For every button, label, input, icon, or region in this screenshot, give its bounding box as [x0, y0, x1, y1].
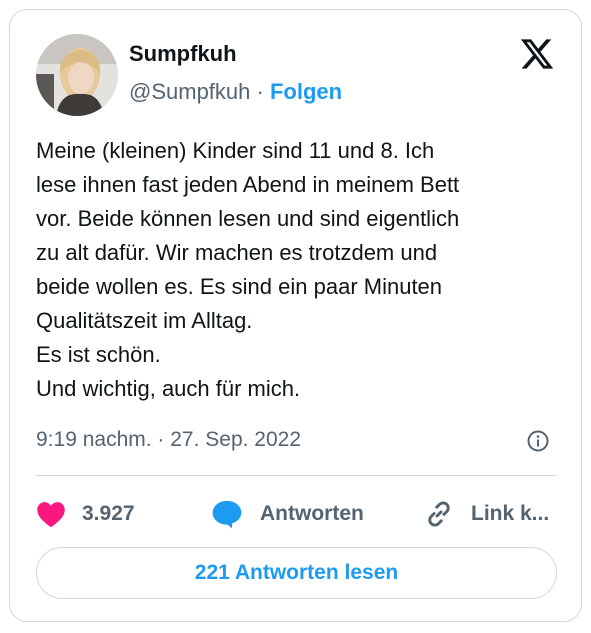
copy-link-button[interactable]: Link k... [423, 494, 549, 534]
profile-photo [36, 34, 118, 116]
copy-link-label: Link k... [471, 502, 550, 525]
reply-label: Antworten [260, 502, 364, 525]
read-replies-button[interactable]: 221 Antworten lesen [36, 547, 557, 599]
link-icon [428, 501, 450, 527]
reply-button[interactable]: Antworten [210, 494, 364, 534]
author-handle-row: @Sumpfkuh · Folgen [129, 79, 342, 105]
author-handle[interactable]: @Sumpfkuh [129, 79, 250, 104]
tweet-text: Meine (kleinen) Kinder sind 11 und 8. Ic… [36, 134, 561, 406]
tweet-line: vor. Beide können lesen und sind eigentl… [36, 206, 460, 231]
like-button[interactable]: 3.927 [36, 494, 135, 534]
follow-button[interactable]: Folgen [270, 79, 342, 104]
tweet-line: Und wichtig, auch für mich. [36, 376, 301, 401]
x-logo-icon[interactable] [519, 36, 555, 72]
like-count: 3.927 [82, 502, 135, 525]
divider [36, 475, 557, 476]
tweet-line: Qualitätszeit im Alltag. [36, 308, 253, 333]
author-display-name[interactable]: Sumpfkuh [129, 41, 237, 67]
tweet-line: zu alt dafür. Wir machen es trotzdem und [36, 240, 438, 265]
tweet-line: Meine (kleinen) Kinder sind 11 und 8. Ic… [36, 138, 435, 163]
info-icon[interactable] [526, 429, 550, 453]
heart-icon [37, 502, 65, 528]
avatar[interactable] [36, 34, 118, 116]
tweet-card[interactable]: Sumpfkuh @Sumpfkuh · Folgen Meine (klein… [9, 9, 582, 622]
tweet-line: beide wollen es. Es sind ein paar Minute… [36, 274, 443, 299]
reply-bubble-icon [212, 500, 242, 529]
separator-dot: · [256, 79, 264, 104]
tweet-line: lese ihnen fast jeden Abend in meinem Be… [36, 172, 460, 197]
tweet-line: Es ist schön. [36, 342, 161, 367]
tweet-timestamp[interactable]: 9:19 nachm. · 27. Sep. 2022 [36, 428, 301, 452]
action-bar: 3.927 Antworten Link k... [36, 494, 566, 534]
